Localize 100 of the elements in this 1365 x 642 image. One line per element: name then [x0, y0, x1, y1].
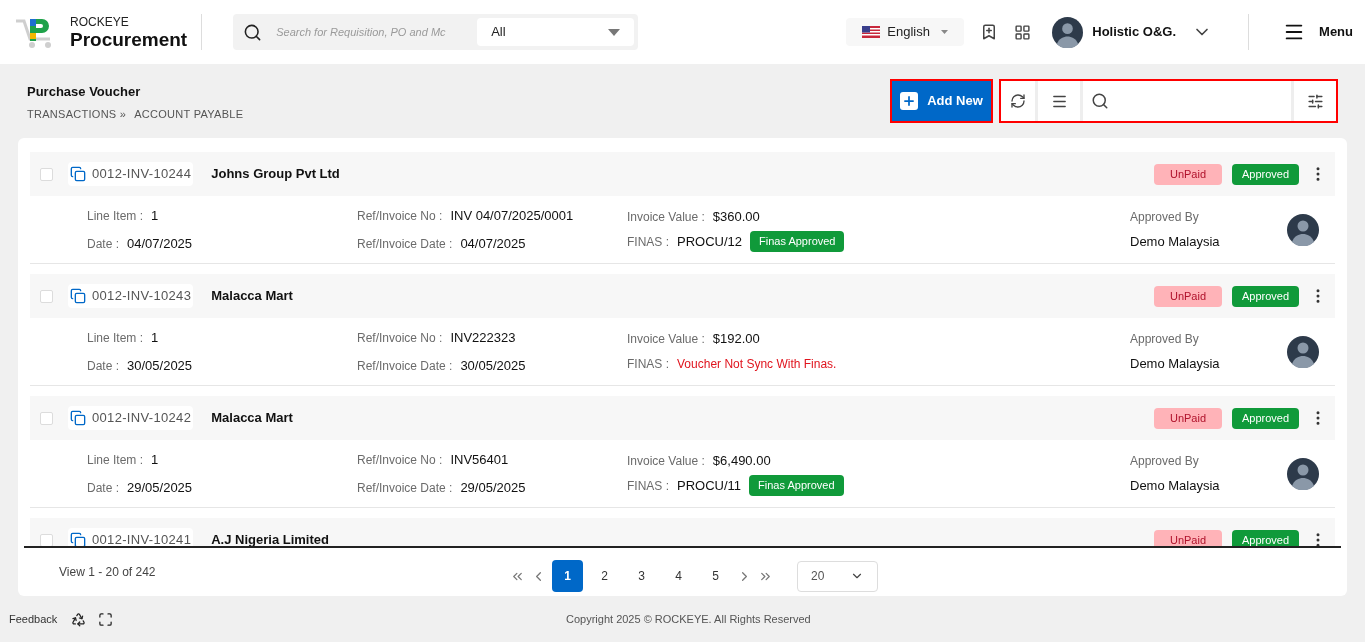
ref-invoice-no-value: INV222323: [450, 329, 516, 347]
approver-name: Demo Malaysia: [1130, 354, 1221, 373]
supplier-name: Johns Group Pvt Ltd: [211, 165, 340, 184]
page-button[interactable]: 2: [589, 560, 620, 592]
pagination-summary: View 1 - 20 of 242: [59, 564, 156, 581]
row-checkbox[interactable]: [40, 167, 53, 181]
approver-name: Demo Malaysia: [1130, 232, 1221, 251]
recycle-icon[interactable]: [71, 611, 87, 627]
voucher-number: 0012-INV-10244: [92, 165, 192, 184]
line-item-label: Line Item :: [87, 208, 144, 225]
breadcrumb-item[interactable]: TRANSACTIONS »: [27, 105, 127, 122]
search-icon: [243, 22, 263, 42]
voucher-number: 0012-INV-10243: [92, 287, 192, 306]
brand-tagline: ROCKEYE: [70, 15, 130, 28]
flag-icon: [862, 26, 881, 38]
avatar-icon: [1052, 16, 1084, 48]
date-label: Date :: [87, 235, 119, 253]
copy-icon[interactable]: [70, 288, 86, 304]
page-button[interactable]: 3: [626, 560, 657, 592]
finas-sync-error: Voucher Not Sync With Finas.: [677, 355, 837, 373]
payment-status-badge: UnPaid: [1154, 285, 1222, 307]
line-item-value: 1: [151, 329, 159, 347]
plus-icon: [900, 92, 919, 110]
page-button[interactable]: 5: [700, 560, 731, 592]
caret-icon: [941, 30, 949, 34]
finas-code: PROCU/11: [677, 476, 742, 495]
ref-invoice-no-value: INV56401: [450, 451, 509, 469]
copy-icon[interactable]: [70, 532, 86, 546]
finas-code: PROCU/12: [677, 232, 743, 251]
finas-label: FINAS :: [627, 233, 669, 251]
line-item-value: 1: [151, 451, 159, 469]
approved-by-label: Approved By: [1130, 330, 1200, 348]
page-button[interactable]: 4: [663, 560, 694, 592]
invoice-value: $360.00: [712, 207, 760, 226]
fullscreen-icon[interactable]: [98, 611, 114, 627]
payment-status-badge: UnPaid: [1154, 407, 1222, 429]
search-icon: [1091, 92, 1109, 110]
breadcrumb-item[interactable]: ACCOUNT PAYABLE: [134, 105, 244, 122]
brand-name: Procurement: [70, 29, 188, 49]
caret-icon: [608, 28, 621, 36]
voucher-number-tag[interactable]: 0012-INV-10243: [68, 284, 194, 308]
ref-invoice-no-label: Ref/Invoice No :: [357, 208, 443, 225]
ref-invoice-no-value: INV 04/07/2025/0001: [450, 207, 574, 225]
approved-by-label: Approved By: [1130, 208, 1200, 226]
invoice-value: $192.00: [712, 329, 760, 348]
page-size-dropdown[interactable]: 20: [797, 560, 878, 592]
finas-status-badge: Finas Approved: [750, 231, 845, 252]
date-value: 30/05/2025: [127, 356, 193, 375]
copy-icon[interactable]: [70, 410, 86, 426]
avatar-icon: [1287, 335, 1319, 368]
apps-grid-icon[interactable]: [1014, 23, 1032, 41]
language-selector[interactable]: English: [846, 18, 965, 46]
date-label: Date :: [87, 357, 119, 375]
avatar-icon: [1287, 213, 1319, 246]
row-checkbox[interactable]: [40, 411, 53, 425]
feedback-link[interactable]: Feedback: [9, 610, 58, 628]
user-name[interactable]: Holistic O&G.: [1092, 22, 1177, 42]
ref-invoice-date-value: 30/05/2025: [460, 356, 526, 375]
approval-status-badge: Approved: [1232, 285, 1299, 307]
invoice-value-label: Invoice Value :: [627, 208, 705, 226]
line-item-label: Line Item :: [87, 452, 144, 469]
date-value: 04/07/2025: [127, 234, 193, 253]
ref-invoice-date-value: 29/05/2025: [460, 478, 526, 497]
approved-by-label: Approved By: [1130, 452, 1200, 470]
ref-invoice-date-value: 04/07/2025: [460, 234, 526, 253]
voucher-number-tag[interactable]: 0012-INV-10241: [68, 528, 194, 546]
approval-status-badge: Approved: [1232, 529, 1299, 546]
date-label: Date :: [87, 479, 119, 497]
refresh-icon: [1010, 93, 1026, 109]
search-scope-dropdown[interactable]: All: [477, 18, 635, 46]
row-checkbox[interactable]: [40, 289, 53, 303]
invoice-value: $6,490.00: [712, 451, 771, 470]
row-checkbox[interactable]: [40, 533, 53, 546]
voucher-number-tag[interactable]: 0012-INV-10242: [68, 406, 194, 430]
page-button[interactable]: 1: [552, 560, 583, 592]
ref-invoice-date-label: Ref/Invoice Date :: [357, 235, 453, 253]
add-new-button[interactable]: Add New: [890, 79, 993, 123]
finas-status-badge: Finas Approved: [749, 475, 844, 496]
search-field[interactable]: Search for Requisition, PO and Mc: [276, 23, 447, 41]
line-item-value: 1: [151, 207, 159, 225]
page-title: Purchase Voucher: [27, 83, 142, 101]
approver-name: Demo Malaysia: [1130, 476, 1221, 495]
sliders-icon: [1306, 92, 1324, 110]
copy-icon[interactable]: [70, 166, 86, 182]
ref-invoice-date-label: Ref/Invoice Date :: [357, 479, 453, 497]
copyright-text: Copyright 2025 © ROCKEYE. All Rights Reserved: [566, 611, 811, 627]
finas-label: FINAS :: [627, 477, 669, 495]
date-value: 29/05/2025: [127, 478, 193, 497]
invoice-value-label: Invoice Value :: [627, 452, 705, 470]
voucher-number: 0012-INV-10242: [92, 409, 192, 428]
supplier-name: Malacca Mart: [211, 409, 293, 428]
supplier-name: Malacca Mart: [211, 287, 293, 306]
finas-label: FINAS :: [627, 355, 669, 373]
menu-button[interactable]: Menu: [1283, 21, 1353, 43]
invoice-value-label: Invoice Value :: [627, 330, 705, 348]
voucher-number-tag[interactable]: 0012-INV-10244: [68, 162, 194, 186]
avatar-icon: [1287, 457, 1319, 490]
payment-status-badge: UnPaid: [1154, 163, 1222, 185]
ref-invoice-date-label: Ref/Invoice Date :: [357, 357, 453, 375]
ref-invoice-no-label: Ref/Invoice No :: [357, 330, 443, 347]
